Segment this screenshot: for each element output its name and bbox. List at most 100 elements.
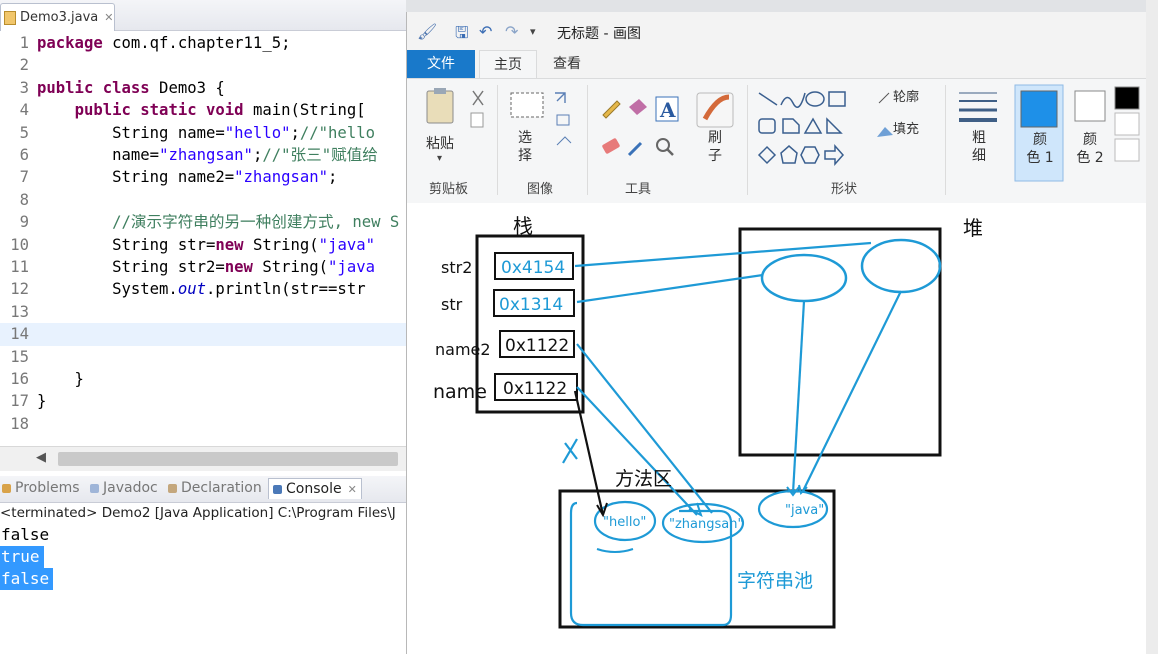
code-line[interactable]: 14 (0, 323, 406, 346)
code-line[interactable]: 11 String str2=new String("java (0, 256, 406, 278)
code-line[interactable]: 7 String name2="zhangsan"; (0, 166, 406, 188)
editor-tab-bar: Demo3.java ✕ (0, 0, 406, 31)
code-token: //演示字符串的另一种创建方式, new S (112, 213, 400, 232)
code-token: package (37, 34, 103, 52)
method-area-label: 方法区 (615, 468, 672, 490)
code-line[interactable]: 9 //演示字符串的另一种创建方式, new S (0, 211, 406, 233)
line-number: 12 (10, 280, 29, 299)
code-line[interactable]: 13 (0, 301, 406, 323)
fill-icon (877, 127, 893, 137)
tab-problems[interactable]: Problems (2, 480, 80, 496)
line-number: 14 (10, 325, 29, 344)
code-line[interactable]: 15 (0, 346, 406, 368)
code-line[interactable]: 5 String name="hello";//"hello (0, 122, 406, 144)
console-output-line: false (0, 568, 54, 590)
close-console-icon[interactable]: ✕ (348, 483, 357, 496)
ribbon-separator (497, 85, 498, 195)
select-icon (510, 92, 544, 118)
tab-javadoc[interactable]: Javadoc (90, 480, 158, 496)
line-number: 7 (19, 168, 29, 187)
select-button[interactable]: 选 择 (513, 129, 537, 165)
ribbon-separator (945, 85, 946, 195)
stack-value-str2: 0x4154 (501, 258, 565, 278)
redo-icon[interactable]: ↷ (505, 22, 518, 41)
scrollbar-thumb[interactable] (58, 452, 398, 466)
code-line[interactable]: 4 public static void main(String[ (0, 99, 406, 121)
group-tools-label: 工具 (625, 182, 652, 197)
close-tab-icon[interactable]: ✕ (104, 11, 113, 24)
ribbon: A 粘贴 ▾ 选 择 刷 子 轮廓 填充 粗 细 颜 色 1 颜 色 2 剪贴板… (407, 78, 1147, 204)
code-token: } (37, 370, 84, 388)
code-token: out (177, 280, 206, 299)
scroll-left-icon[interactable]: ◀ (36, 450, 46, 465)
line-number: 3 (19, 78, 29, 97)
undo-icon[interactable]: ↶ (479, 22, 492, 41)
tab-console-label: Console (286, 481, 342, 497)
javadoc-icon (90, 483, 99, 493)
memory-diagram[interactable]: 栈 堆 方法区 字符串池 str2 str name2 name 0x4154 … (407, 203, 1147, 654)
save-icon[interactable]: 🖫 (455, 22, 469, 49)
code-line[interactable]: 16 } (0, 368, 406, 390)
color2-button[interactable]: 颜 色 2 (1073, 131, 1107, 167)
palette-swatch-black (1114, 86, 1140, 110)
view-tab-bar: Problems Javadoc Declaration Console ✕ (0, 476, 406, 503)
code-token: System. (37, 280, 178, 299)
line-number: 2 (19, 56, 29, 75)
right-edge-scrollbar[interactable] (1146, 0, 1158, 654)
code-line[interactable]: 17} (0, 390, 406, 412)
color1-button[interactable]: 颜 色 1 (1025, 131, 1055, 167)
tab-console[interactable]: Console ✕ (268, 478, 362, 499)
customize-quick-access-icon[interactable]: ▾ (530, 25, 536, 38)
code-line[interactable]: 8 (0, 189, 406, 211)
code-line[interactable]: 12 System.out.println(str==str (0, 278, 406, 300)
cut-icon (472, 90, 484, 106)
outline-button[interactable]: 轮廓 (893, 89, 919, 107)
fill-bucket-icon (629, 99, 647, 115)
paint-canvas[interactable]: 栈 堆 方法区 字符串池 str2 str name2 name 0x4154 … (407, 203, 1147, 654)
code-line[interactable]: 10 String str=new String("java" (0, 234, 406, 256)
code-line[interactable]: 6 name="zhangsan";//"张三"赋值给 (0, 144, 406, 166)
code-line[interactable]: 1 package com.qf.chapter11_5; (0, 32, 406, 54)
paste-dropdown-icon[interactable]: ▾ (437, 153, 442, 164)
palette-swatch-white (1114, 112, 1140, 136)
code-token: String( (243, 235, 319, 254)
code-token: public class (37, 78, 150, 97)
code-token: //"张三"赋值给 (262, 146, 378, 164)
code-editor[interactable]: 1 package com.qf.chapter11_5; 2 3 public cla… (0, 32, 406, 446)
code-line[interactable]: 3 public class Demo3 { (0, 77, 406, 99)
code-token: public static void (74, 101, 244, 120)
code-token: new (215, 235, 244, 254)
code-token: main(String[ (243, 101, 366, 120)
tab-declaration[interactable]: Declaration (168, 480, 262, 496)
rotate-icon (556, 136, 572, 146)
code-line[interactable]: 18 (0, 413, 406, 435)
code-token: ; (328, 168, 338, 187)
pool-string-zhangsan: "zhangsan" (669, 517, 743, 532)
hello-underline (596, 548, 634, 553)
resize-icon (556, 114, 570, 126)
code-token: Demo3 { (149, 78, 225, 97)
line-number: 13 (10, 302, 29, 321)
fill-button[interactable]: 填充 (893, 121, 919, 139)
tab-javadoc-label: Javadoc (103, 480, 158, 496)
ribbon-separator (587, 85, 588, 195)
horizontal-scrollbar[interactable]: ◀ (0, 446, 406, 471)
stack-var-label: str2 (441, 258, 472, 277)
code-line[interactable]: 2 (0, 54, 406, 76)
paste-button[interactable]: 粘贴 (421, 135, 459, 153)
stack-var-label: name2 (435, 340, 491, 359)
size-button[interactable]: 粗 细 (967, 129, 991, 165)
paint-window: 🖌 🖫 ↶ ↷ ▾ 无标题 - 画图 文件 主页 查看 A 粘贴 ▾ 选 择 刷… (406, 12, 1147, 654)
tab-file[interactable]: 文件 (407, 50, 475, 78)
ribbon-separator (747, 85, 748, 195)
svg-text:A: A (659, 98, 676, 122)
brush-button[interactable]: 刷 子 (703, 129, 727, 165)
line-number: 8 (19, 190, 29, 209)
pencil-icon (602, 100, 621, 119)
tab-view[interactable]: 查看 (541, 50, 593, 78)
editor-tab-demo3[interactable]: Demo3.java ✕ (0, 3, 115, 31)
stack-value-name: 0x1122 (503, 379, 567, 399)
line-number: 11 (10, 258, 29, 276)
tab-home[interactable]: 主页 (479, 50, 537, 79)
